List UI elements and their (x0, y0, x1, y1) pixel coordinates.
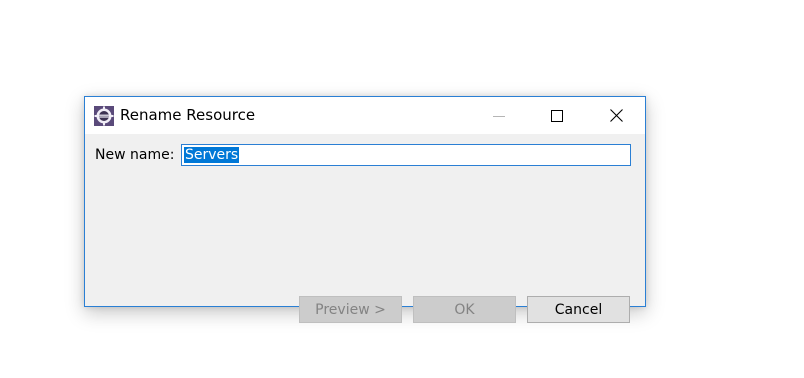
new-name-label: New name: (95, 147, 175, 163)
maximize-button[interactable] (534, 97, 580, 134)
new-name-input[interactable]: Servers (181, 144, 631, 166)
preview-button[interactable]: Preview > (299, 296, 402, 323)
rename-resource-dialog: Rename Resource New name: Servers Previe… (84, 96, 646, 323)
app-gear-icon (94, 106, 114, 126)
title-bar[interactable]: Rename Resource (85, 97, 645, 134)
close-button[interactable] (593, 97, 639, 134)
new-name-value-selected: Servers (184, 147, 240, 163)
close-icon (609, 109, 623, 122)
window-title: Rename Resource (120, 106, 256, 124)
maximize-icon (551, 109, 563, 122)
dialog-body: New name: Servers Preview > OK Cancel (85, 134, 645, 323)
minimize-icon (493, 115, 505, 117)
minimize-button[interactable] (476, 97, 522, 134)
ok-button[interactable]: OK (413, 296, 516, 323)
cancel-button[interactable]: Cancel (527, 296, 630, 323)
